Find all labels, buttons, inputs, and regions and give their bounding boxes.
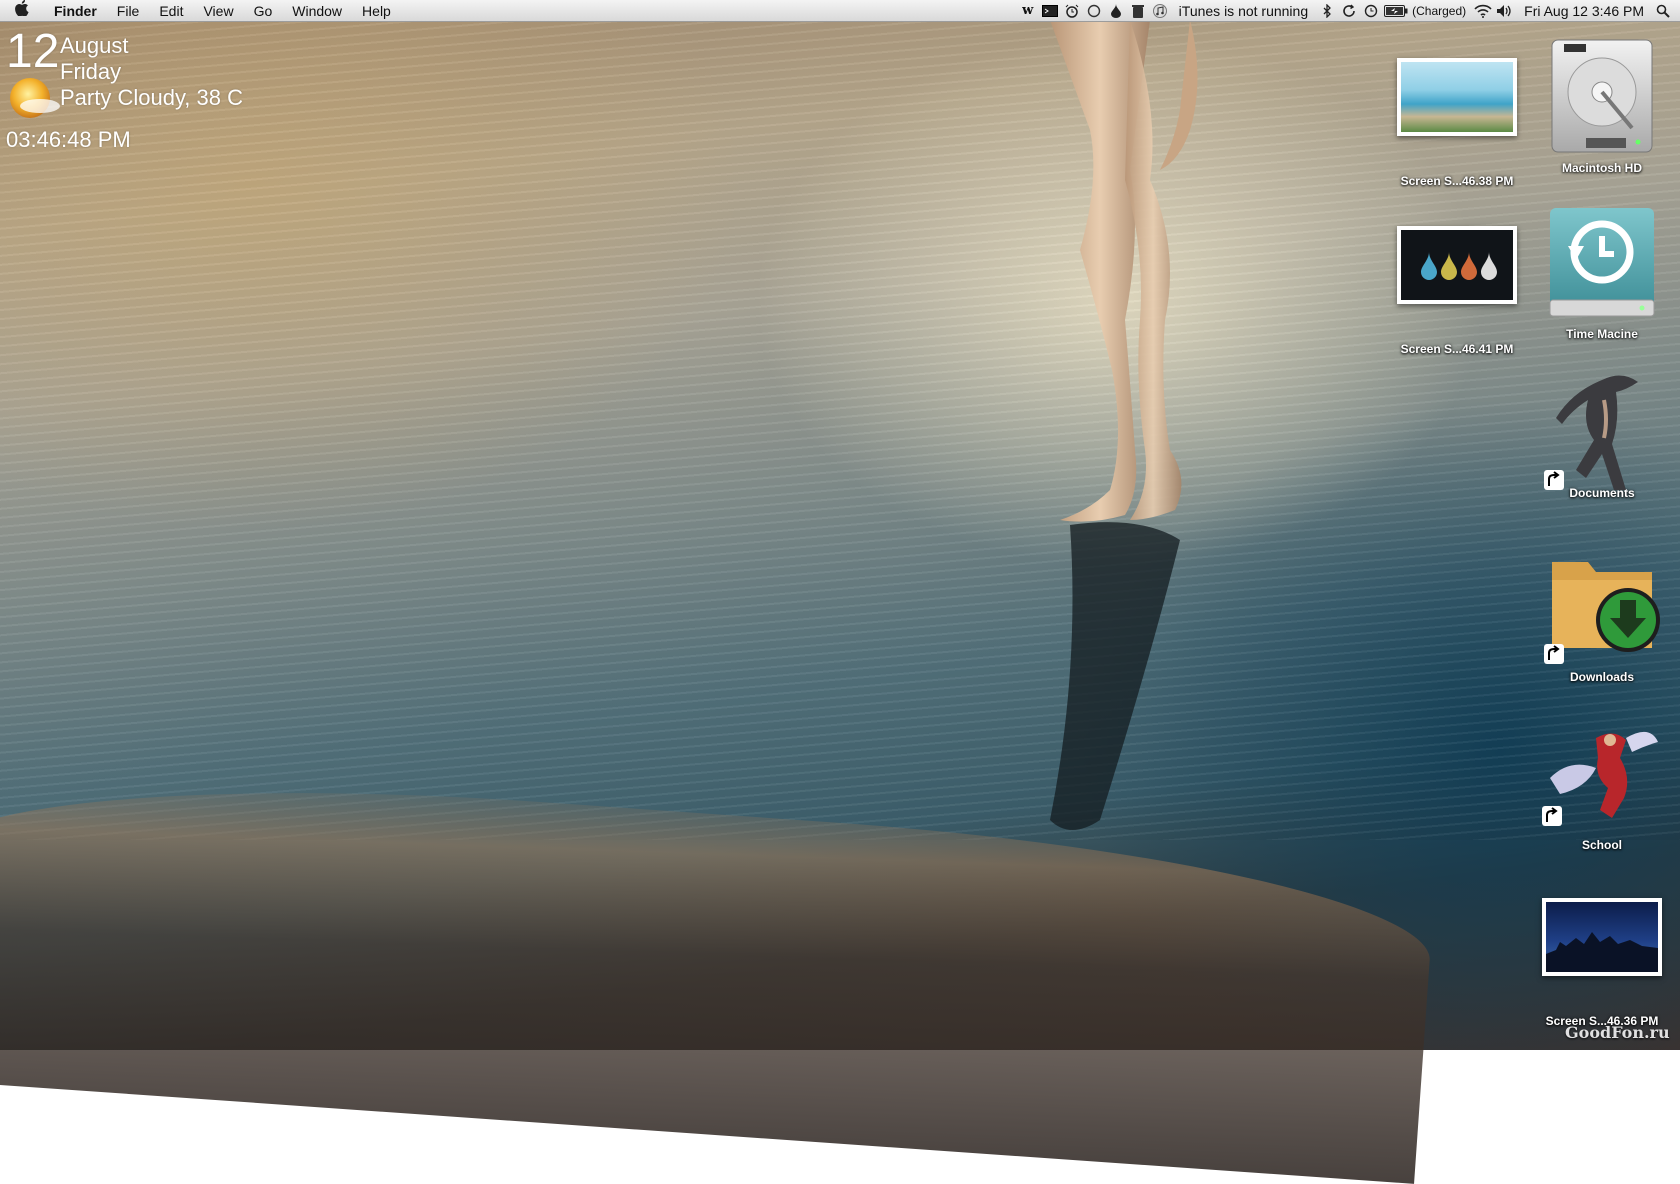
widget-time: 03:46:48 PM bbox=[6, 127, 131, 152]
battery-status[interactable]: (Charged) bbox=[1410, 4, 1472, 18]
apple-menu-icon[interactable] bbox=[0, 0, 44, 21]
circle-status-icon[interactable] bbox=[1083, 0, 1105, 22]
sync-icon[interactable] bbox=[1338, 0, 1360, 22]
w-app-icon[interactable]: w bbox=[1017, 0, 1039, 22]
alias-arrow-icon bbox=[1542, 806, 1562, 826]
alias-arrow-icon bbox=[1544, 470, 1564, 490]
menu-help[interactable]: Help bbox=[352, 0, 401, 22]
widget-weekday: Friday bbox=[60, 59, 122, 84]
menu-edit[interactable]: Edit bbox=[149, 0, 193, 22]
desktop-icon-downloads[interactable]: Downloads bbox=[1527, 552, 1677, 684]
widget-weather: Party Cloudy, 38 C bbox=[60, 85, 244, 110]
volume-icon[interactable] bbox=[1494, 0, 1516, 22]
partly-cloudy-sun-icon bbox=[10, 78, 60, 118]
time-machine-menu-icon[interactable] bbox=[1360, 0, 1382, 22]
drop-icon[interactable] bbox=[1105, 0, 1127, 22]
desktop-icon-time-machine[interactable]: Time Macine bbox=[1527, 206, 1677, 341]
desktop-icon-school[interactable]: School bbox=[1527, 718, 1677, 852]
wifi-icon[interactable] bbox=[1472, 0, 1494, 22]
wallpaper-legs-figure bbox=[1050, 20, 1198, 830]
spotlight-search-icon[interactable] bbox=[1652, 0, 1674, 22]
apple-logo-icon bbox=[15, 0, 29, 17]
menu-view[interactable]: View bbox=[193, 0, 243, 22]
alarm-clock-icon[interactable] bbox=[1061, 0, 1083, 22]
battery-icon[interactable] bbox=[1382, 0, 1410, 22]
menu-file[interactable]: File bbox=[107, 0, 150, 22]
hard-drive-icon bbox=[1551, 39, 1653, 153]
menu-window[interactable]: Window bbox=[282, 0, 352, 22]
screenshot-thumbnail-icon bbox=[1542, 898, 1662, 976]
desktop-icon-documents[interactable]: Documents bbox=[1527, 370, 1677, 500]
desktop-icon-label: Time Macine bbox=[1566, 327, 1638, 341]
itunes-note-icon[interactable] bbox=[1149, 0, 1171, 22]
menubar-clock[interactable]: Fri Aug 12 3:46 PM bbox=[1516, 3, 1652, 19]
itunes-status[interactable]: iTunes is not running bbox=[1171, 3, 1316, 19]
desktop-icon-screenshot-4638[interactable]: Screen S...46.38 PM bbox=[1382, 58, 1532, 188]
widget-month: August bbox=[60, 33, 129, 58]
desktop-icon-screenshot-4636[interactable]: Screen S...46.36 PM bbox=[1527, 898, 1677, 1028]
time-machine-icon bbox=[1549, 208, 1655, 317]
desktop-icon-label: Screen S...46.38 PM bbox=[1400, 174, 1514, 188]
desktop-icon-label: Macintosh HD bbox=[1561, 161, 1642, 175]
menu-bar: Finder File Edit View Go Window Help w i… bbox=[0, 0, 1680, 22]
wallpaper-watermark: GoodFon.ru bbox=[1565, 1023, 1670, 1042]
desktop-icon-label: Downloads bbox=[1569, 670, 1634, 684]
screenshot-thumbnail-icon bbox=[1397, 226, 1517, 304]
desktop-icon-screenshot-4641[interactable]: Screen S...46.41 PM bbox=[1382, 226, 1532, 356]
menu-go[interactable]: Go bbox=[244, 0, 283, 22]
widget-day: 12 bbox=[6, 25, 60, 78]
alias-arrow-icon bbox=[1544, 644, 1564, 664]
terminal-icon[interactable] bbox=[1039, 0, 1061, 22]
desktop-icon-label: School bbox=[1581, 838, 1622, 852]
trash-icon[interactable] bbox=[1127, 0, 1149, 22]
desktop-icon-macintosh-hd[interactable]: Macintosh HD bbox=[1527, 36, 1677, 175]
desktop-icon-label: Screen S...46.41 PM bbox=[1400, 342, 1514, 356]
screenshot-thumbnail-icon bbox=[1397, 58, 1517, 136]
menu-app-finder[interactable]: Finder bbox=[44, 0, 107, 22]
bluetooth-icon[interactable] bbox=[1316, 0, 1338, 22]
